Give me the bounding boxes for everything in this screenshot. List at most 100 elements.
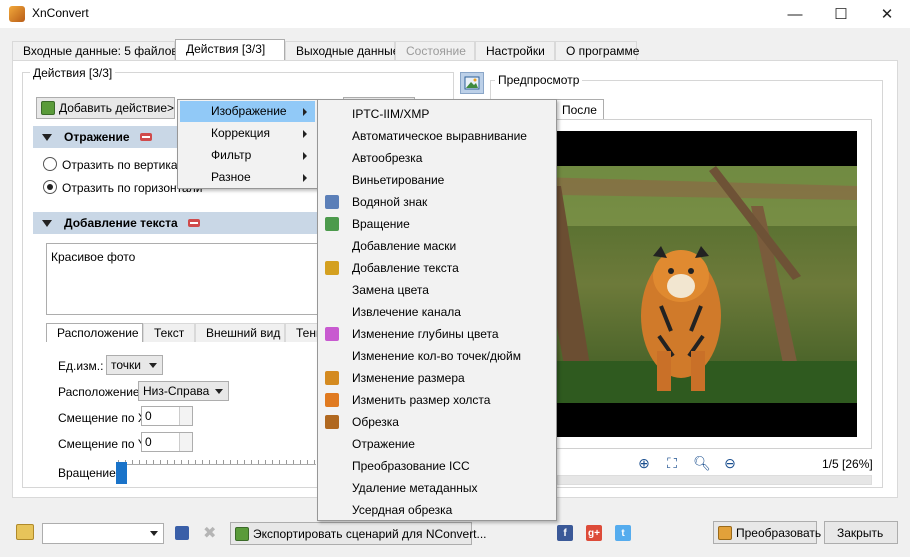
add-action-button[interactable]: Добавить действие> xyxy=(36,97,175,119)
units-label: Ед.изм.: xyxy=(58,359,104,373)
tab-input[interactable]: Входные данные: 5 файлов xyxy=(12,41,178,61)
close-window-button[interactable]: ✕ xyxy=(864,0,910,28)
remove-action-icon[interactable] xyxy=(187,219,200,227)
add-action-icon xyxy=(41,101,55,115)
menu-item-label: Коррекция xyxy=(211,126,271,140)
open-folder-icon[interactable] xyxy=(16,524,34,540)
submenu-item-label: Автообрезка xyxy=(352,151,423,165)
offset-y-label: Смещение по Y xyxy=(58,437,146,451)
submenu-item-label: Обрезка xyxy=(352,415,399,429)
menu-item-correction[interactable]: Коррекция xyxy=(180,123,315,144)
google-plus-icon[interactable]: g+ xyxy=(586,525,602,541)
maximize-button[interactable]: ☐ xyxy=(818,0,864,28)
collapse-triangle-icon[interactable] xyxy=(42,220,52,227)
twitter-icon[interactable]: t xyxy=(615,525,631,541)
submenu-item[interactable]: Замена цвета xyxy=(320,279,554,301)
rotation-label: Вращение xyxy=(58,466,116,480)
delete-icon[interactable]: ✖ xyxy=(203,523,216,543)
collapse-triangle-icon[interactable] xyxy=(42,134,52,141)
submenu-item[interactable]: Изменение размера xyxy=(320,367,554,389)
submenu-item[interactable]: Виньетирование xyxy=(320,169,554,191)
radio-flip-horizontal[interactable] xyxy=(43,180,57,194)
section-header-add-text[interactable]: Добавление текста xyxy=(33,212,318,234)
submenu-item[interactable]: Удаление метаданных xyxy=(320,477,554,499)
image-icon xyxy=(464,76,480,90)
menu-item-label: Изображение xyxy=(211,104,287,118)
convert-label: Преобразовать xyxy=(736,525,822,540)
tab-about[interactable]: О программе xyxy=(555,41,639,61)
tab-after[interactable]: После xyxy=(555,99,604,120)
zoom-out-icon[interactable]: ⊖ xyxy=(720,453,740,473)
minimize-button[interactable]: — xyxy=(772,0,818,28)
text-input[interactable]: Красивое фото xyxy=(46,243,318,315)
offset-y-stepper[interactable]: 0 xyxy=(141,432,193,452)
position-label: Расположение xyxy=(58,385,140,399)
export-icon xyxy=(235,527,249,541)
text-icon xyxy=(325,261,339,275)
tab-text[interactable]: Текст xyxy=(143,323,195,342)
tab-actions[interactable]: Действия [3/3] xyxy=(175,39,285,62)
zoom-in-icon[interactable]: ⊕ xyxy=(634,453,654,473)
menu-item-filter[interactable]: Фильтр xyxy=(180,145,315,166)
page-info: 1/5 [26%] xyxy=(822,457,873,471)
radio-flip-vertical[interactable] xyxy=(43,157,57,171)
submenu-item-label: Автоматическое выравнивание xyxy=(352,129,527,143)
tab-settings[interactable]: Настройки xyxy=(475,41,555,61)
zoom-icon[interactable]: 🔍︎ xyxy=(692,453,712,473)
submenu-item[interactable]: Автообрезка xyxy=(320,147,554,169)
submenu-item[interactable]: Преобразование ICC xyxy=(320,455,554,477)
submenu-item-label: Виньетирование xyxy=(352,173,445,187)
submenu-item[interactable]: Изменить размер холста xyxy=(320,389,554,411)
offset-x-stepper[interactable]: 0 xyxy=(141,406,193,426)
units-select[interactable]: точки xyxy=(106,355,163,375)
fit-icon[interactable]: ⛶ xyxy=(662,453,682,473)
position-value: Низ-Справа xyxy=(143,384,210,398)
submenu-item-label: Добавление маски xyxy=(352,239,457,253)
submenu-item[interactable]: Водяной знак xyxy=(320,191,554,213)
tab-output[interactable]: Выходные данные xyxy=(285,41,399,61)
submenu-item[interactable]: IPTC-IIM/XMP xyxy=(320,103,554,125)
close-button[interactable]: Закрыть xyxy=(824,521,898,544)
position-select[interactable]: Низ-Справа xyxy=(138,381,229,401)
submenu-item[interactable]: Усердная обрезка xyxy=(320,499,554,521)
tab-appearance[interactable]: Внешний вид xyxy=(195,323,285,342)
menu-item-misc[interactable]: Разное xyxy=(180,167,315,188)
submenu-item[interactable]: Отражение xyxy=(320,433,554,455)
script-select[interactable] xyxy=(42,523,164,544)
submenu-item[interactable]: Добавление текста xyxy=(320,257,554,279)
chevron-down-icon xyxy=(149,363,157,368)
color-depth-icon xyxy=(325,327,339,341)
menu-item-image[interactable]: Изображение xyxy=(180,101,315,122)
facebook-icon[interactable]: f xyxy=(557,525,573,541)
submenu-item[interactable]: Автоматическое выравнивание xyxy=(320,125,554,147)
submenu-arrow-icon xyxy=(303,174,307,182)
submenu-item[interactable]: Вращение xyxy=(320,213,554,235)
submenu-item[interactable]: Извлечение канала xyxy=(320,301,554,323)
rotation-slider[interactable] xyxy=(118,464,316,465)
offset-x-label: Смещение по X xyxy=(58,411,146,425)
submenu-item[interactable]: Изменение глубины цвета xyxy=(320,323,554,345)
submenu-item-label: Изменение кол-во точек/дюйм xyxy=(352,349,521,363)
radio-label: Отразить по вертикали xyxy=(62,158,192,172)
app-logo-icon xyxy=(9,6,25,22)
preview-toggle-button[interactable] xyxy=(460,72,484,94)
units-value: точки xyxy=(111,358,141,372)
submenu-item[interactable]: Изменение кол-во точек/дюйм xyxy=(320,345,554,367)
submenu-item-label: Отражение xyxy=(352,437,415,451)
preview-scrollbar[interactable] xyxy=(557,475,872,485)
tab-shadow[interactable]: Тень xyxy=(285,323,318,342)
submenu-arrow-icon xyxy=(303,130,307,138)
convert-button[interactable]: Преобразовать xyxy=(713,521,821,544)
submenu-item-label: Добавление текста xyxy=(352,261,459,275)
remove-action-icon[interactable] xyxy=(139,133,152,141)
tab-status[interactable]: Состояние xyxy=(395,41,475,61)
save-icon[interactable] xyxy=(175,526,189,540)
rotation-slider-thumb[interactable] xyxy=(116,462,127,484)
image-actions-submenu: IPTC-IIM/XMP Автоматическое выравнивание А… xyxy=(317,99,557,521)
submenu-item[interactable]: Добавление маски xyxy=(320,235,554,257)
submenu-item-label: Преобразование ICC xyxy=(352,459,470,473)
tab-position[interactable]: Расположение xyxy=(46,323,143,342)
rotate-icon xyxy=(325,217,339,231)
submenu-item[interactable]: Обрезка xyxy=(320,411,554,433)
export-script-button[interactable]: Экспортировать сценарий для NConvert... xyxy=(230,522,487,545)
